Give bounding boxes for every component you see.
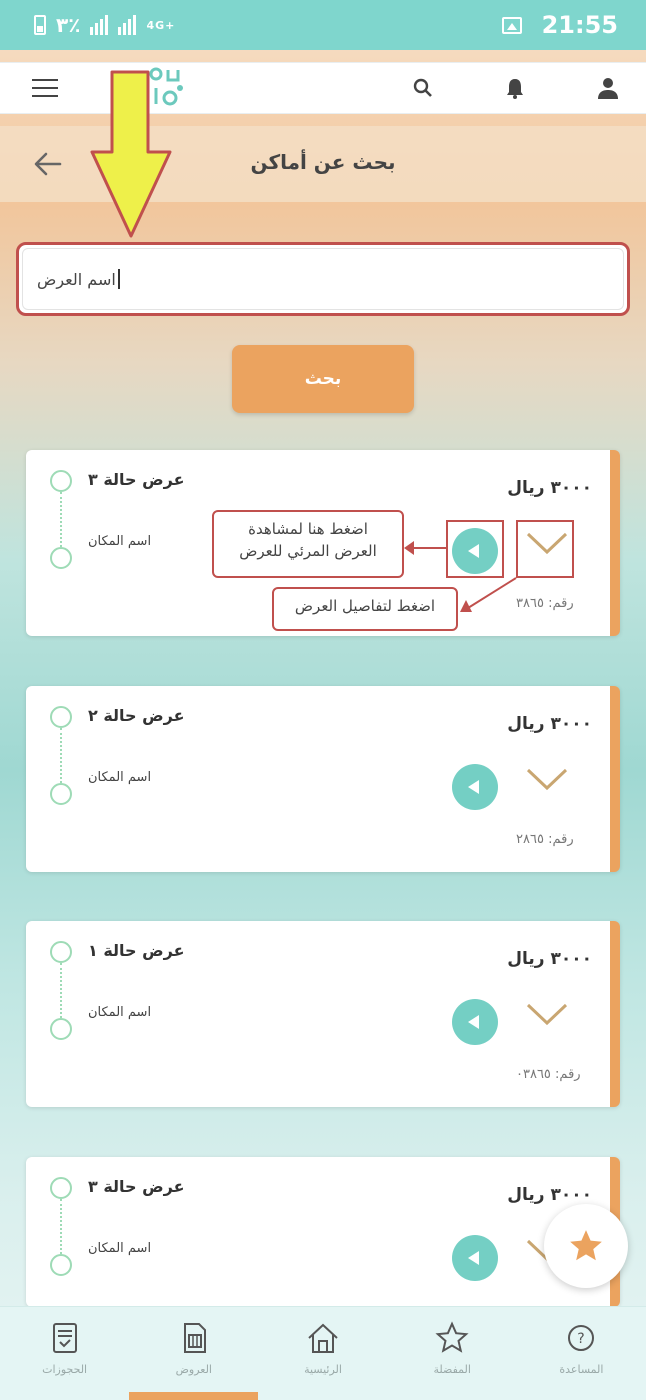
help-icon: ? (568, 1325, 595, 1351)
chevron-highlight (516, 520, 574, 578)
nav-bookings[interactable]: الحجوزات (0, 1307, 129, 1400)
user-icon[interactable] (595, 75, 621, 101)
card-price: ٣٠٠٠ ريال (507, 714, 592, 734)
battery-icon (34, 15, 46, 35)
route-timeline (50, 941, 72, 1040)
search-field-highlight: اسم العرض (16, 242, 630, 316)
card-origin: عرض حالة ٢ (88, 706, 185, 725)
status-left: ٣٪ 4G+ (34, 13, 175, 37)
card-origin: عرض حالة ١ (88, 941, 185, 960)
receipt-icon (52, 1323, 77, 1353)
search-button[interactable]: بحث (232, 345, 414, 413)
route-line (60, 492, 62, 547)
destination-dot (50, 783, 72, 805)
card-origin: عرض حالة ٣ (88, 470, 185, 489)
guide-arrow-icon (90, 70, 172, 238)
card-price: ٣٠٠٠ ريال (507, 478, 592, 498)
home-icon (308, 1323, 338, 1353)
card-destination: اسم المكان (88, 534, 152, 549)
bottom-nav: الحجوزات العروض الرئيسية المفضلة ? المسا… (0, 1306, 646, 1400)
bell-icon[interactable] (502, 75, 528, 101)
play-video-button[interactable] (452, 1235, 498, 1281)
signal-icon-2 (118, 15, 137, 35)
chevron-down-icon[interactable] (524, 999, 570, 1029)
nav-label: العروض (175, 1363, 212, 1376)
destination-dot (50, 1018, 72, 1040)
star-outline-icon (435, 1321, 469, 1353)
sim-card-icon (183, 1323, 206, 1353)
origin-dot (50, 1177, 72, 1199)
nav-home[interactable]: الرئيسية (258, 1307, 387, 1400)
card-destination: اسم المكان (88, 770, 152, 785)
search-input[interactable]: اسم العرض (22, 248, 624, 310)
nav-label: الحجوزات (42, 1363, 88, 1376)
signal-icon (90, 15, 109, 35)
status-bar: ٣٪ 4G+ 21:55 (0, 0, 646, 50)
favorite-fab-button[interactable] (544, 1204, 628, 1288)
destination-dot (50, 547, 72, 569)
result-card-3[interactable]: عرض حالة ١ اسم المكان ٣٠٠٠ ريال رقم: ٠٣٨… (26, 921, 620, 1107)
play-video-button[interactable] (452, 999, 498, 1045)
text-caret (117, 269, 120, 289)
origin-dot (50, 941, 72, 963)
search-icon[interactable] (410, 75, 436, 101)
card-code: رقم: ٣٨٦٥ (516, 596, 574, 611)
network-label: 4G+ (146, 18, 176, 32)
destination-dot (50, 1254, 72, 1276)
nav-label: المفضلة (433, 1363, 471, 1376)
star-icon (570, 1230, 602, 1261)
origin-dot (50, 470, 72, 492)
chevron-callout: اضغط لتفاصيل العرض (272, 587, 458, 631)
card-destination: اسم المكان (88, 1241, 152, 1256)
card-price: ٣٠٠٠ ريال (507, 1185, 592, 1205)
route-line (60, 728, 62, 783)
nav-offers[interactable]: العروض (129, 1307, 259, 1400)
card-destination: اسم المكان (88, 1005, 152, 1020)
route-timeline (50, 470, 72, 569)
menu-icon[interactable] (32, 79, 58, 97)
chevron-down-icon[interactable] (524, 764, 570, 794)
route-timeline (50, 1177, 72, 1276)
card-code: رقم: ٢٨٦٥ (516, 832, 574, 847)
image-icon (501, 16, 522, 34)
nav-label: المساعدة (559, 1363, 604, 1376)
route-line (60, 1199, 62, 1254)
card-price: ٣٠٠٠ ريال (507, 949, 592, 969)
route-line (60, 963, 62, 1018)
play-callout: اضغط هنا لمشاهدة العرض المرئي للعرض (212, 510, 404, 578)
status-right: 21:55 (501, 11, 618, 39)
play-button-highlight (446, 520, 504, 578)
card-origin: عرض حالة ٣ (88, 1177, 185, 1196)
search-input-value: اسم العرض (37, 269, 116, 289)
clock: 21:55 (541, 11, 618, 39)
result-card-4[interactable]: عرض حالة ٣ اسم المكان ٣٠٠٠ ريال (26, 1157, 620, 1307)
card-code: رقم: ٠٣٨٦٥ (516, 1067, 581, 1082)
nav-help[interactable]: ? المساعدة (517, 1307, 646, 1400)
nav-label: الرئيسية (304, 1363, 342, 1376)
battery-percent: ٣٪ (56, 13, 81, 37)
svg-text:?: ? (578, 1331, 585, 1347)
result-card-2[interactable]: عرض حالة ٢ اسم المكان ٣٠٠٠ ريال رقم: ٢٨٦… (26, 686, 620, 872)
route-timeline (50, 706, 72, 805)
play-video-button[interactable] (452, 764, 498, 810)
origin-dot (50, 706, 72, 728)
nav-favorites[interactable]: المفضلة (388, 1307, 517, 1400)
